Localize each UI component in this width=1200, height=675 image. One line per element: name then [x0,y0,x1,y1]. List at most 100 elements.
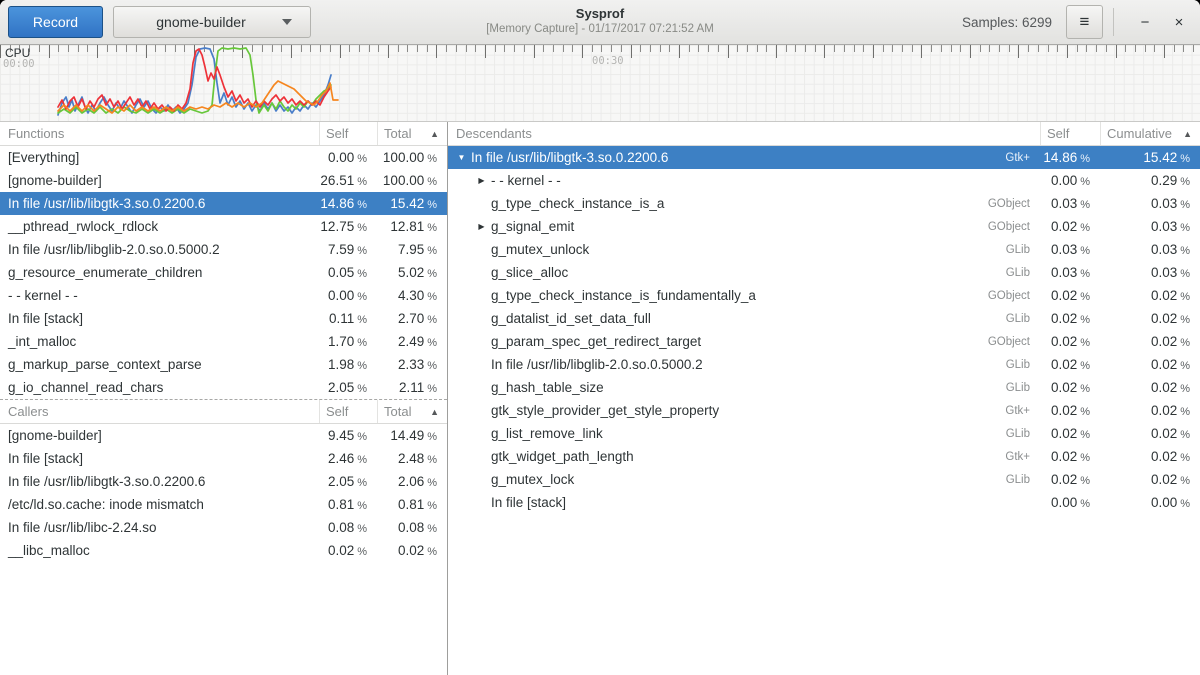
total-percent: 2.49% [377,334,447,349]
minimize-icon: − [1141,14,1150,31]
table-row[interactable]: _int_malloc1.70%2.49% [0,330,447,353]
tree-row[interactable]: In file [stack]0.00%0.00% [448,491,1200,514]
time-tick-start: 00:00 [3,58,35,70]
tree-row[interactable]: gtk_widget_path_lengthGtk+0.02%0.02% [448,445,1200,468]
menu-button[interactable]: ≡ [1066,5,1103,39]
tree-row[interactable]: In file /usr/lib/libglib-2.0.so.0.5000.2… [448,353,1200,376]
total-percent: 4.30% [377,288,447,303]
percent-sign: % [1180,268,1190,280]
descendant-name-cell: ▶g_signal_emitGObject [448,219,1040,234]
percent-sign: % [1080,199,1090,211]
percent-sign: % [427,523,437,535]
percent-sign: % [357,431,367,443]
self-percent: 0.00% [319,150,377,165]
library-tag: Gtk+ [1005,152,1040,164]
percent-sign: % [357,314,367,326]
table-row[interactable]: __pthread_rwlock_rdlock12.75%12.81% [0,215,447,238]
function-name: [gnome-builder] [0,173,319,188]
tree-row[interactable]: g_type_check_instance_is_aGObject0.03%0.… [448,192,1200,215]
table-row[interactable]: In file /usr/lib/libc-2.24.so0.08%0.08% [0,516,447,539]
function-name: [Everything] [0,150,319,165]
descendant-name: g_list_remove_link [491,426,603,441]
callers-self-column-header[interactable]: Self [319,400,377,423]
tree-row[interactable]: ▶g_signal_emitGObject0.02%0.03% [448,215,1200,238]
descendants-self-column-header[interactable]: Self [1040,122,1100,145]
table-row[interactable]: [gnome-builder]26.51%100.00% [0,169,447,192]
table-row[interactable]: In file [stack]2.46%2.48% [0,447,447,470]
expander-expanded-icon[interactable]: ▼ [456,153,467,162]
cumulative-percent: 0.02% [1100,380,1200,395]
table-row[interactable]: /etc/ld.so.cache: inode mismatch0.81%0.8… [0,493,447,516]
percent-sign: % [427,500,437,512]
function-name: In file [stack] [0,311,319,326]
percent-sign: % [427,176,437,188]
library-tag: GLib [1006,359,1040,371]
table-row[interactable]: In file [stack]0.11%2.70% [0,307,447,330]
cpu-line-cpu-red [58,49,331,111]
percent-sign: % [357,291,367,303]
self-percent: 0.02% [1040,426,1100,441]
functions-total-column-header[interactable]: Total ▲ [377,122,447,145]
functions-column-header[interactable]: Functions [0,126,319,141]
tree-row[interactable]: g_list_remove_linkGLib0.02%0.02% [448,422,1200,445]
self-percent: 0.00% [1040,173,1100,188]
tree-row[interactable]: g_mutex_unlockGLib0.03%0.03% [448,238,1200,261]
percent-sign: % [357,546,367,558]
library-tag: Gtk+ [1005,405,1040,417]
function-name: In file /usr/lib/libglib-2.0.so.0.5000.2 [0,242,319,257]
percent-sign: % [1180,199,1190,211]
close-button[interactable]: × [1166,7,1192,37]
table-row[interactable]: In file /usr/lib/libglib-2.0.so.0.5000.2… [0,238,447,261]
percent-sign: % [1080,475,1090,487]
percent-sign: % [427,454,437,466]
cumulative-percent: 0.03% [1100,242,1200,257]
tree-row[interactable]: ▶- - kernel - -0.00%0.29% [448,169,1200,192]
table-row[interactable]: g_markup_parse_context_parse1.98%2.33% [0,353,447,376]
table-row[interactable]: [gnome-builder]9.45%14.49% [0,424,447,447]
descendants-cumulative-column-header[interactable]: Cumulative ▲ [1100,122,1200,145]
total-percent: 5.02% [377,265,447,280]
tree-row[interactable]: g_mutex_lockGLib0.02%0.02% [448,468,1200,491]
descendant-name-cell: g_mutex_unlockGLib [448,242,1040,257]
percent-sign: % [1080,176,1090,188]
tree-row[interactable]: g_type_check_instance_is_fundamentally_a… [448,284,1200,307]
table-row[interactable]: g_io_channel_read_chars2.05%2.11% [0,376,447,399]
percent-sign: % [357,383,367,395]
percent-sign: % [427,337,437,349]
process-selector-dropdown[interactable]: gnome-builder [113,6,311,38]
callers-total-column-header[interactable]: Total ▲ [377,400,447,423]
self-percent: 0.03% [1040,196,1100,211]
total-percent: 100.00% [377,150,447,165]
tree-row[interactable]: g_param_spec_get_redirect_targetGObject0… [448,330,1200,353]
total-percent: 2.06% [377,474,447,489]
percent-sign: % [357,360,367,372]
functions-self-column-header[interactable]: Self [319,122,377,145]
tree-row[interactable]: g_hash_table_sizeGLib0.02%0.02% [448,376,1200,399]
self-percent: 0.02% [1040,334,1100,349]
hamburger-icon: ≡ [1080,12,1090,31]
function-name: __pthread_rwlock_rdlock [0,219,319,234]
descendants-header-row: Descendants Self Cumulative ▲ [448,122,1200,146]
cpu-usage-graph[interactable]: CPU 00:00 00:30 [0,45,1200,122]
tree-row[interactable]: ▼In file /usr/lib/libgtk-3.so.0.2200.6Gt… [448,146,1200,169]
record-button[interactable]: Record [8,6,103,38]
expander-collapsed-icon[interactable]: ▶ [476,222,487,231]
descendants-column-header[interactable]: Descendants [448,126,1040,141]
minimize-button[interactable]: − [1132,7,1158,37]
tree-row[interactable]: g_slice_allocGLib0.03%0.03% [448,261,1200,284]
descendant-name-cell: g_type_check_instance_is_fundamentally_a… [448,288,1040,303]
self-percent: 0.02% [1040,219,1100,234]
descendant-name-cell: gtk_style_provider_get_style_propertyGtk… [448,403,1040,418]
table-row[interactable]: In file /usr/lib/libgtk-3.so.0.2200.62.0… [0,470,447,493]
table-row[interactable]: __libc_malloc0.02%0.02% [0,539,447,562]
table-row[interactable]: In file /usr/lib/libgtk-3.so.0.2200.614.… [0,192,447,215]
table-row[interactable]: [Everything]0.00%100.00% [0,146,447,169]
tree-row[interactable]: gtk_style_provider_get_style_propertyGtk… [448,399,1200,422]
callers-column-header[interactable]: Callers [0,404,319,419]
total-percent: 2.11% [377,380,447,395]
table-row[interactable]: - - kernel - -0.00%4.30% [0,284,447,307]
tree-row[interactable]: g_datalist_id_set_data_fullGLib0.02%0.02… [448,307,1200,330]
expander-collapsed-icon[interactable]: ▶ [476,176,487,185]
percent-sign: % [1080,245,1090,257]
table-row[interactable]: g_resource_enumerate_children0.05%5.02% [0,261,447,284]
